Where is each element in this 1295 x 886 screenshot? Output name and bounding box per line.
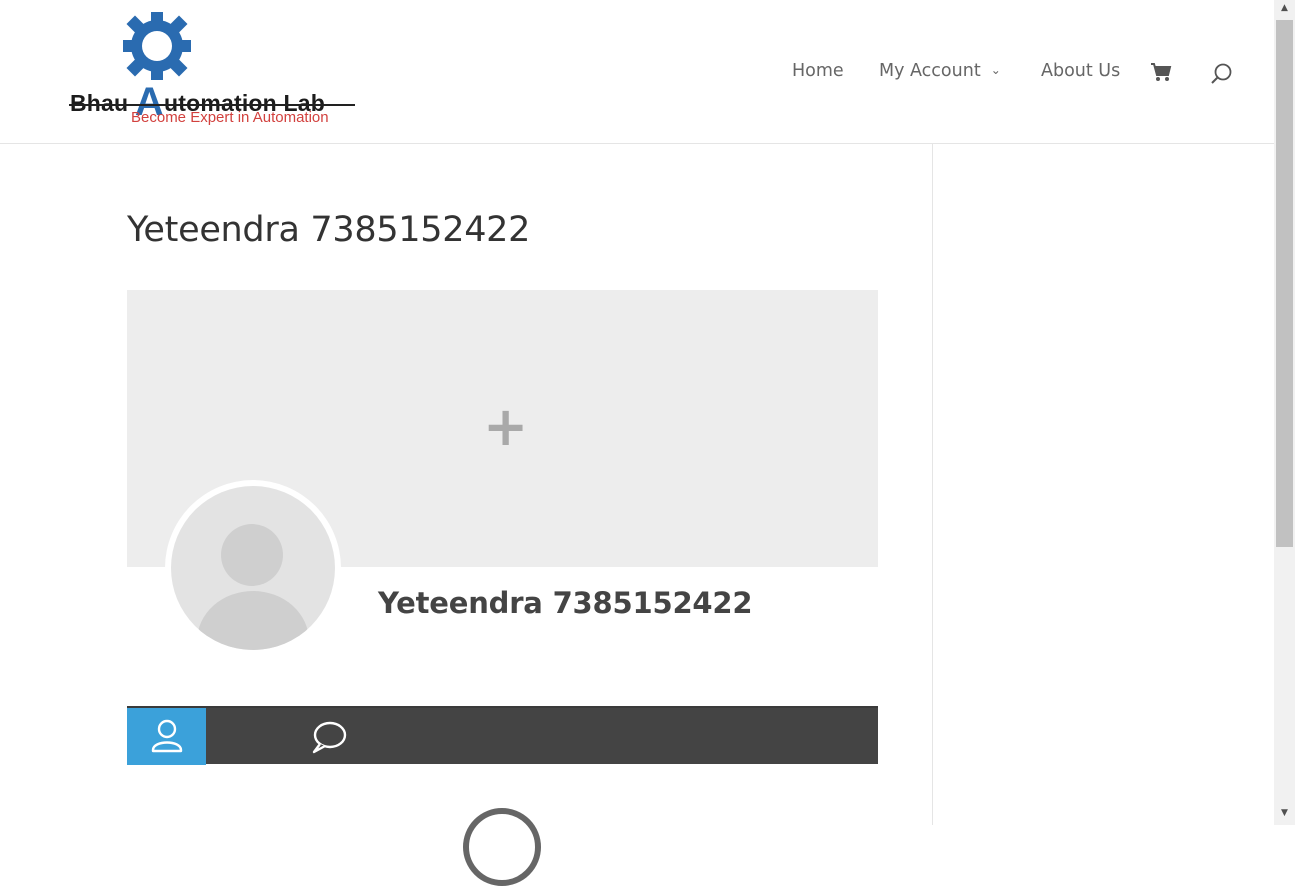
nav-my-account[interactable]: My Account ⌄ (879, 61, 1001, 81)
profile-tabs (127, 706, 878, 765)
loading-spinner (463, 808, 541, 886)
profile-avatar[interactable] (165, 480, 341, 656)
site-header: Bhau Automation Lab Become Expert in Aut… (0, 0, 1274, 144)
tab-profile[interactable] (127, 708, 206, 765)
vertical-scrollbar[interactable]: ▲ ▼ (1274, 0, 1295, 825)
scrollbar-thumb[interactable] (1276, 20, 1293, 547)
logo-tagline: Become Expert in Automation (131, 109, 329, 126)
scroll-down-arrow-icon[interactable]: ▼ (1274, 808, 1295, 824)
nav-my-account-label: My Account (879, 61, 981, 81)
profile-display-name: Yeteendra 7385152422 (378, 586, 753, 620)
nav-about-us[interactable]: About Us (1041, 61, 1120, 81)
comment-icon (312, 721, 347, 754)
sidebar-divider (932, 143, 933, 825)
logo-underline (69, 104, 355, 106)
tab-comments[interactable] (299, 708, 359, 765)
gear-logo-icon (123, 12, 191, 80)
page-title: Yeteendra 7385152422 (127, 210, 531, 250)
scroll-up-arrow-icon[interactable]: ▲ (1274, 3, 1295, 19)
cart-icon[interactable] (1150, 62, 1172, 82)
chevron-down-icon: ⌄ (990, 63, 1001, 77)
site-logo[interactable]: Bhau Automation Lab Become Expert in Aut… (62, 6, 362, 131)
default-avatar-icon (171, 486, 335, 650)
user-icon (151, 719, 183, 753)
nav-home[interactable]: Home (792, 61, 844, 81)
search-icon[interactable] (1210, 62, 1234, 86)
add-cover-photo-button[interactable]: + (483, 400, 528, 454)
